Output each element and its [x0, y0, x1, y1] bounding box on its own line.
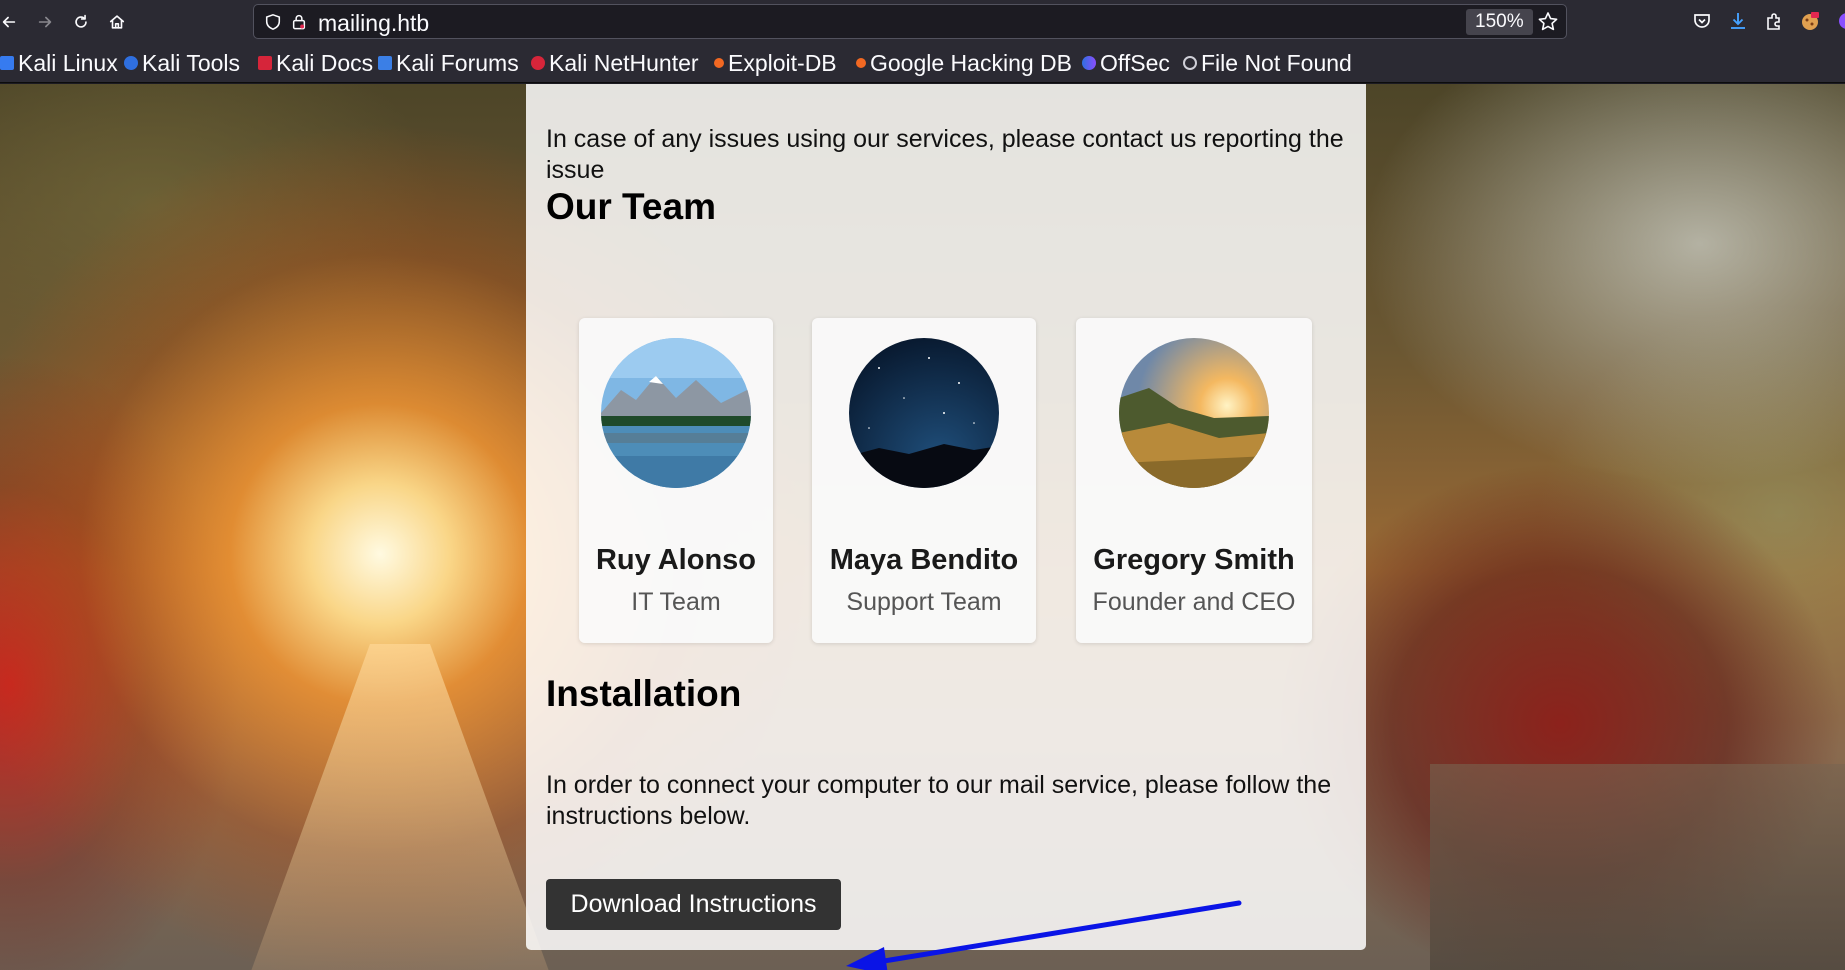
mountain-lake-image — [601, 338, 751, 488]
bookmark-file-not-found[interactable]: File Not Found — [1183, 50, 1352, 76]
bookmark-star-icon[interactable] — [1536, 10, 1560, 34]
bookmark-kali-forums[interactable]: Kali Forums — [378, 50, 519, 76]
installation-paragraph: In order to connect your computer to our… — [546, 771, 1332, 830]
bookmark-label: Kali Linux — [18, 49, 118, 76]
member-name: Gregory Smith — [1093, 544, 1295, 576]
back-button[interactable] — [0, 9, 22, 35]
bookmark-kali-linux[interactable]: Kali Linux — [0, 50, 118, 76]
pocket-button[interactable] — [1691, 10, 1713, 32]
bookmark-offsec[interactable]: OffSec — [1082, 50, 1170, 76]
reload-button[interactable] — [68, 9, 94, 35]
forward-button[interactable] — [32, 9, 58, 35]
avatar — [601, 338, 751, 488]
pocket-icon — [1694, 14, 1710, 28]
bookmark-label: Kali Tools — [142, 49, 241, 76]
member-role: Support Team — [846, 588, 1002, 616]
home-icon — [109, 15, 125, 29]
bookmark-label: Kali NetHunter — [549, 49, 699, 76]
kali-nethunter-icon — [531, 56, 545, 70]
night-sky-image — [849, 338, 999, 488]
bookmark-kali-tools[interactable]: Kali Tools — [124, 50, 240, 76]
extension-cookie-button[interactable] — [1799, 10, 1821, 32]
extension-overflow-button[interactable] — [1836, 10, 1845, 32]
bookmark-label: Exploit-DB — [728, 49, 837, 76]
annotation-arrow-icon — [846, 900, 1242, 970]
bookmark-label: Kali Forums — [396, 49, 519, 76]
team-member-card: Maya Bendito Support Team — [812, 318, 1036, 643]
team-member-card: Gregory Smith Founder and CEO — [1076, 318, 1312, 643]
extension-icon — [1839, 13, 1845, 29]
bookmark-label: Kali Docs — [276, 49, 374, 76]
kali-forums-icon — [378, 56, 392, 70]
url-bar[interactable]: mailing.htb 150% — [253, 4, 1567, 39]
cookie-icon — [1802, 12, 1819, 30]
bookmark-kali-nethunter[interactable]: Kali NetHunter — [531, 50, 699, 76]
team-member-card: Ruy Alonso IT Team — [579, 318, 773, 643]
home-button[interactable] — [104, 9, 130, 35]
download-icon — [1731, 13, 1745, 29]
member-role: IT Team — [631, 588, 721, 616]
globe-icon — [1183, 56, 1197, 70]
kali-docs-icon — [258, 56, 272, 70]
offsec-icon — [1082, 56, 1096, 70]
content-panel: In case of any issues using our services… — [526, 84, 1366, 950]
avatar — [849, 338, 999, 488]
bookmark-label: OffSec — [1100, 49, 1170, 76]
bookmark-exploit-db[interactable]: Exploit-DB — [714, 50, 837, 76]
bookmark-google-hacking-db[interactable]: Google Hacking DB — [856, 50, 1072, 76]
avatar — [1119, 338, 1269, 488]
lock-icon[interactable] — [291, 13, 307, 31]
zoom-level-badge[interactable]: 150% — [1466, 9, 1533, 35]
bookmark-label: Google Hacking DB — [870, 49, 1072, 76]
background-ground — [1430, 764, 1845, 970]
downloads-button[interactable] — [1727, 10, 1749, 32]
arrow-left-icon — [2, 16, 16, 28]
browser-toolbar: mailing.htb 150% — [0, 0, 1845, 43]
download-instructions-button[interactable]: Download Instructions — [546, 879, 841, 930]
team-heading: Our Team — [546, 186, 716, 227]
kali-tools-icon — [124, 56, 138, 70]
installation-heading: Installation — [546, 673, 742, 714]
bookmarks-toolbar: Kali Linux Kali Tools Kali Docs Kali For… — [0, 43, 1845, 83]
extensions-button[interactable] — [1763, 10, 1785, 32]
sunset-meadow-image — [1119, 338, 1269, 488]
bookmark-label: File Not Found — [1201, 49, 1352, 76]
exploit-db-icon — [714, 58, 724, 68]
member-name: Maya Bendito — [829, 544, 1019, 576]
member-role: Founder and CEO — [1092, 588, 1296, 616]
kali-dragon-icon — [0, 56, 14, 70]
arrow-right-icon — [38, 16, 52, 28]
url-text[interactable]: mailing.htb — [318, 10, 429, 37]
contact-paragraph: In case of any issues using our services… — [546, 125, 1344, 184]
member-name: Ruy Alonso — [595, 544, 757, 576]
shield-icon[interactable] — [264, 13, 282, 31]
google-hacking-db-icon — [856, 58, 866, 68]
background-road — [250, 644, 550, 970]
page-viewport: In case of any issues using our services… — [0, 84, 1845, 970]
bookmark-kali-docs[interactable]: Kali Docs — [258, 50, 373, 76]
reload-icon — [75, 14, 87, 28]
puzzle-icon — [1767, 13, 1780, 30]
